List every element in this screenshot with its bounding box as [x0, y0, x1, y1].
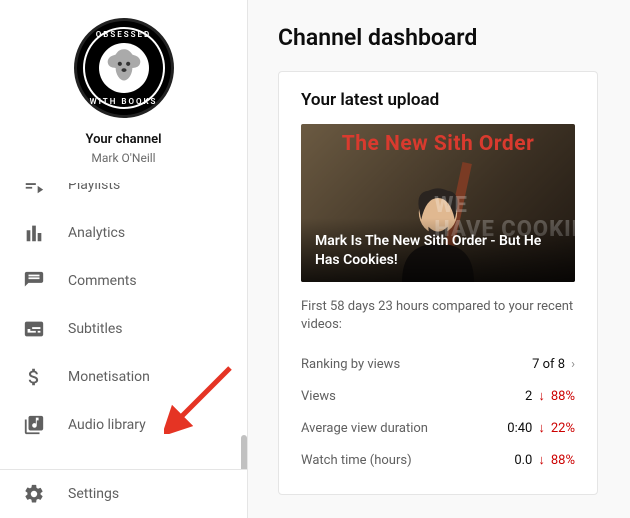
stat-delta: 88%: [551, 389, 575, 404]
sidebar-item-subtitles[interactable]: Subtitles: [0, 305, 247, 353]
sidebar-item-label: Comments: [68, 273, 137, 289]
sidebar-item-label: Settings: [68, 486, 119, 502]
video-thumbnail[interactable]: The New Sith Order WE HAVE COOKIE Mark I…: [301, 124, 575, 282]
sidebar-item-label: Monetisation: [68, 369, 150, 385]
thumbnail-top-text: The New Sith Order: [301, 132, 575, 156]
compare-text: First 58 days 23 hours compared to your …: [301, 298, 575, 334]
stats-list: Ranking by views 7 of 8 › Views 2 ↓ 88%: [301, 348, 575, 476]
stat-row-watch-time: Watch time (hours) 0.0 ↓ 88%: [301, 444, 575, 476]
stat-value: 0:40: [507, 421, 532, 436]
sidebar-item-label: Playlists: [68, 183, 120, 193]
stat-delta: 22%: [551, 421, 575, 436]
subtitles-icon: [22, 317, 46, 341]
comments-icon: [22, 269, 46, 293]
main-content: Channel dashboard Your latest upload The…: [248, 0, 630, 518]
sidebar-item-label: Subtitles: [68, 321, 123, 337]
sidebar: OBSESSED WITH BOOKS Your channel Mark O'…: [0, 0, 248, 518]
sidebar-item-comments[interactable]: Comments: [0, 257, 247, 305]
stat-label: Ranking by views: [301, 357, 400, 372]
stat-label: Views: [301, 389, 336, 404]
sidebar-item-label: Audio library: [68, 417, 146, 433]
channel-profile: OBSESSED WITH BOOKS Your channel Mark O'…: [0, 0, 247, 175]
sidebar-nav: Playlists Analytics Comments: [0, 183, 247, 469]
sidebar-item-audio-library[interactable]: Audio library: [0, 401, 247, 449]
stat-label: Watch time (hours): [301, 453, 412, 468]
latest-upload-card: Your latest upload The New Sith Order WE…: [278, 71, 598, 495]
stat-row-avg-duration: Average view duration 0:40 ↓ 22%: [301, 412, 575, 444]
down-arrow-icon: ↓: [538, 452, 545, 468]
avatar-bottom-text: WITH BOOKS: [77, 97, 171, 106]
audio-library-icon: [22, 413, 46, 437]
scrollbar-thumb[interactable]: [241, 435, 247, 469]
monetisation-icon: [22, 365, 46, 389]
stat-value: 7 of 8: [532, 357, 565, 372]
sidebar-item-analytics[interactable]: Analytics: [0, 209, 247, 257]
stat-delta: 88%: [551, 453, 575, 468]
sidebar-item-playlists[interactable]: Playlists: [0, 183, 247, 209]
dashboard-title: Channel dashboard: [278, 24, 630, 51]
stat-label: Average view duration: [301, 421, 428, 436]
stat-row-ranking[interactable]: Ranking by views 7 of 8 ›: [301, 348, 575, 380]
sidebar-item-monetisation[interactable]: Monetisation: [0, 353, 247, 401]
gear-icon: [22, 482, 46, 506]
sidebar-item-label: Analytics: [68, 225, 125, 241]
thumbnail-overlay-title: Mark Is The New Sith Order - But He Has …: [301, 218, 575, 282]
chevron-right-icon: ›: [571, 357, 575, 372]
avatar[interactable]: OBSESSED WITH BOOKS: [74, 18, 174, 118]
stat-row-views: Views 2 ↓ 88%: [301, 380, 575, 412]
avatar-top-text: OBSESSED: [77, 30, 171, 39]
channel-owner-name: Mark O'Neill: [91, 151, 155, 165]
avatar-image: [99, 43, 149, 93]
your-channel-label: Your channel: [85, 132, 161, 147]
stat-value: 0.0: [514, 453, 532, 468]
card-heading: Your latest upload: [301, 90, 575, 110]
playlist-icon: [22, 183, 46, 197]
analytics-icon: [22, 221, 46, 245]
sidebar-item-settings[interactable]: Settings: [0, 470, 247, 518]
stat-value: 2: [525, 389, 532, 404]
down-arrow-icon: ↓: [538, 388, 545, 404]
down-arrow-icon: ↓: [538, 420, 545, 436]
